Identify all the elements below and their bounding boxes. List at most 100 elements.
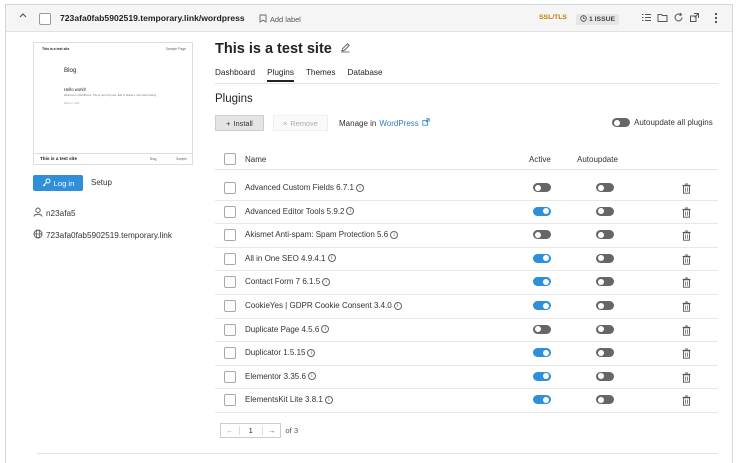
- remove-button[interactable]: × Remove: [273, 115, 328, 131]
- plugin-name: Advanced Custom Fields 6.7.1 i: [245, 183, 364, 192]
- issue-badge[interactable]: 1 ISSUE: [576, 14, 620, 25]
- site-url-text: 723afa0fab5902519.temporary.link: [46, 230, 172, 240]
- info-icon[interactable]: i: [393, 301, 402, 310]
- next-page-arrow-icon[interactable]: →: [263, 426, 281, 435]
- trash-icon[interactable]: [682, 207, 691, 218]
- autoupdate-toggle[interactable]: [596, 183, 614, 192]
- user-icon: [33, 207, 43, 219]
- row-checkbox[interactable]: [224, 229, 236, 242]
- autoupdate-toggle[interactable]: [596, 301, 614, 310]
- preview-footer-blog: Blog: [150, 157, 157, 161]
- row-checkbox[interactable]: [224, 276, 236, 289]
- autoupdate-toggle[interactable]: [596, 230, 614, 240]
- info-icon[interactable]: i: [327, 254, 336, 263]
- plugin-name-text: Advanced Editor Tools 5.9.2: [245, 206, 345, 216]
- active-toggle[interactable]: [533, 253, 551, 263]
- tab-database[interactable]: Database: [348, 68, 383, 82]
- row-checkbox[interactable]: [224, 323, 236, 336]
- folder-icon[interactable]: [657, 12, 668, 23]
- add-label-button[interactable]: Add label: [259, 14, 301, 25]
- external-window-icon[interactable]: [689, 12, 700, 23]
- trash-icon[interactable]: [682, 372, 691, 383]
- info-icon[interactable]: i: [322, 277, 331, 286]
- edit-pencil-icon[interactable]: [340, 41, 351, 57]
- site-preview-thumbnail[interactable]: This is a test site Sample Page Blog Hel…: [33, 42, 193, 165]
- trash-icon[interactable]: [682, 325, 691, 336]
- row-checkbox[interactable]: [224, 370, 236, 383]
- column-name[interactable]: Name: [245, 155, 266, 164]
- autoupdate-toggle[interactable]: [596, 395, 614, 405]
- site-select-checkbox[interactable]: [39, 13, 51, 25]
- trash-icon[interactable]: [682, 230, 691, 241]
- table-row: Elementor 3.35.6 i: [215, 366, 718, 390]
- setup-link[interactable]: Setup: [91, 178, 112, 187]
- pagination: ← 1 → of 3: [220, 423, 298, 438]
- row-checkbox[interactable]: [224, 300, 236, 312]
- column-autoupdate: Autoupdate: [577, 155, 618, 164]
- trash-icon[interactable]: [682, 277, 691, 289]
- row-checkbox[interactable]: [224, 252, 236, 265]
- external-link-icon[interactable]: [422, 118, 430, 128]
- tab-themes[interactable]: Themes: [306, 68, 336, 82]
- site-domain[interactable]: 723afa0fab5902519.temporary.link/wordpre…: [60, 13, 245, 23]
- site-url[interactable]: 723afa0fab5902519.temporary.link: [33, 229, 172, 241]
- info-icon[interactable]: i: [346, 207, 355, 216]
- info-icon[interactable]: i: [355, 183, 364, 192]
- plugin-name: All in One SEO 4.9.4.1 i: [245, 254, 336, 263]
- wordpress-link[interactable]: WordPress: [379, 119, 418, 128]
- plugin-name-text: Akismet Anti-spam: Spam Protection 5.6: [245, 230, 389, 240]
- autoupdate-toggle[interactable]: [596, 348, 614, 358]
- active-toggle[interactable]: [533, 395, 551, 405]
- trash-icon[interactable]: [682, 348, 691, 359]
- row-checkbox[interactable]: [224, 394, 236, 407]
- active-toggle[interactable]: [533, 230, 551, 240]
- trash-icon[interactable]: [682, 183, 691, 194]
- info-icon[interactable]: i: [324, 395, 333, 404]
- active-toggle[interactable]: [533, 301, 551, 310]
- autoupdate-toggle[interactable]: [596, 371, 614, 381]
- tab-plugins[interactable]: Plugins: [267, 68, 294, 82]
- trash-icon[interactable]: [682, 254, 691, 265]
- more-options-icon[interactable]: [714, 12, 718, 24]
- plus-icon: +: [226, 118, 231, 128]
- list-icon[interactable]: [641, 12, 652, 23]
- tab-dashboard[interactable]: Dashboard: [215, 68, 255, 82]
- info-icon[interactable]: i: [307, 372, 316, 381]
- plugin-name-text: Contact Form 7 6.1.5: [245, 277, 321, 287]
- plugin-name-text: All in One SEO 4.9.4.1: [245, 253, 326, 263]
- trash-icon[interactable]: [682, 301, 691, 312]
- info-icon[interactable]: i: [321, 325, 330, 334]
- active-toggle[interactable]: [533, 348, 551, 358]
- preview-post-meta: March 2, 2024: [64, 102, 80, 105]
- row-checkbox[interactable]: [224, 347, 236, 360]
- autoupdate-toggle[interactable]: [596, 277, 614, 287]
- install-button[interactable]: + Install: [215, 115, 264, 131]
- row-checkbox[interactable]: [224, 205, 236, 218]
- active-toggle[interactable]: [533, 371, 551, 381]
- info-icon[interactable]: i: [307, 348, 316, 357]
- active-toggle[interactable]: [533, 183, 551, 192]
- trash-icon[interactable]: [682, 395, 691, 407]
- autoupdate-all-toggle[interactable]: [612, 118, 630, 127]
- add-label-text: Add label: [270, 15, 301, 24]
- plugin-name: Akismet Anti-spam: Spam Protection 5.6 i: [245, 230, 399, 240]
- active-toggle[interactable]: [533, 277, 551, 287]
- prev-page-arrow-icon[interactable]: ←: [221, 426, 239, 435]
- login-button[interactable]: Log in: [33, 175, 83, 191]
- page-number-input[interactable]: 1: [238, 426, 263, 435]
- autoupdate-toggle[interactable]: [596, 324, 614, 334]
- autoupdate-toggle[interactable]: [596, 253, 614, 263]
- page-total: of 3: [285, 426, 299, 435]
- autoupdate-toggle[interactable]: [596, 206, 614, 216]
- select-all-checkbox[interactable]: [224, 153, 236, 165]
- collapse-chevron-icon[interactable]: [18, 11, 28, 23]
- refresh-icon[interactable]: [673, 12, 684, 23]
- x-icon: ×: [283, 118, 288, 128]
- active-toggle[interactable]: [533, 324, 551, 334]
- row-checkbox[interactable]: [224, 182, 236, 194]
- info-icon[interactable]: i: [390, 230, 399, 239]
- ssl-status-badge[interactable]: SSL/TLS: [539, 14, 567, 21]
- bottom-divider: [37, 453, 718, 454]
- active-toggle[interactable]: [533, 206, 551, 216]
- preview-post-title: Hello world!: [64, 87, 86, 92]
